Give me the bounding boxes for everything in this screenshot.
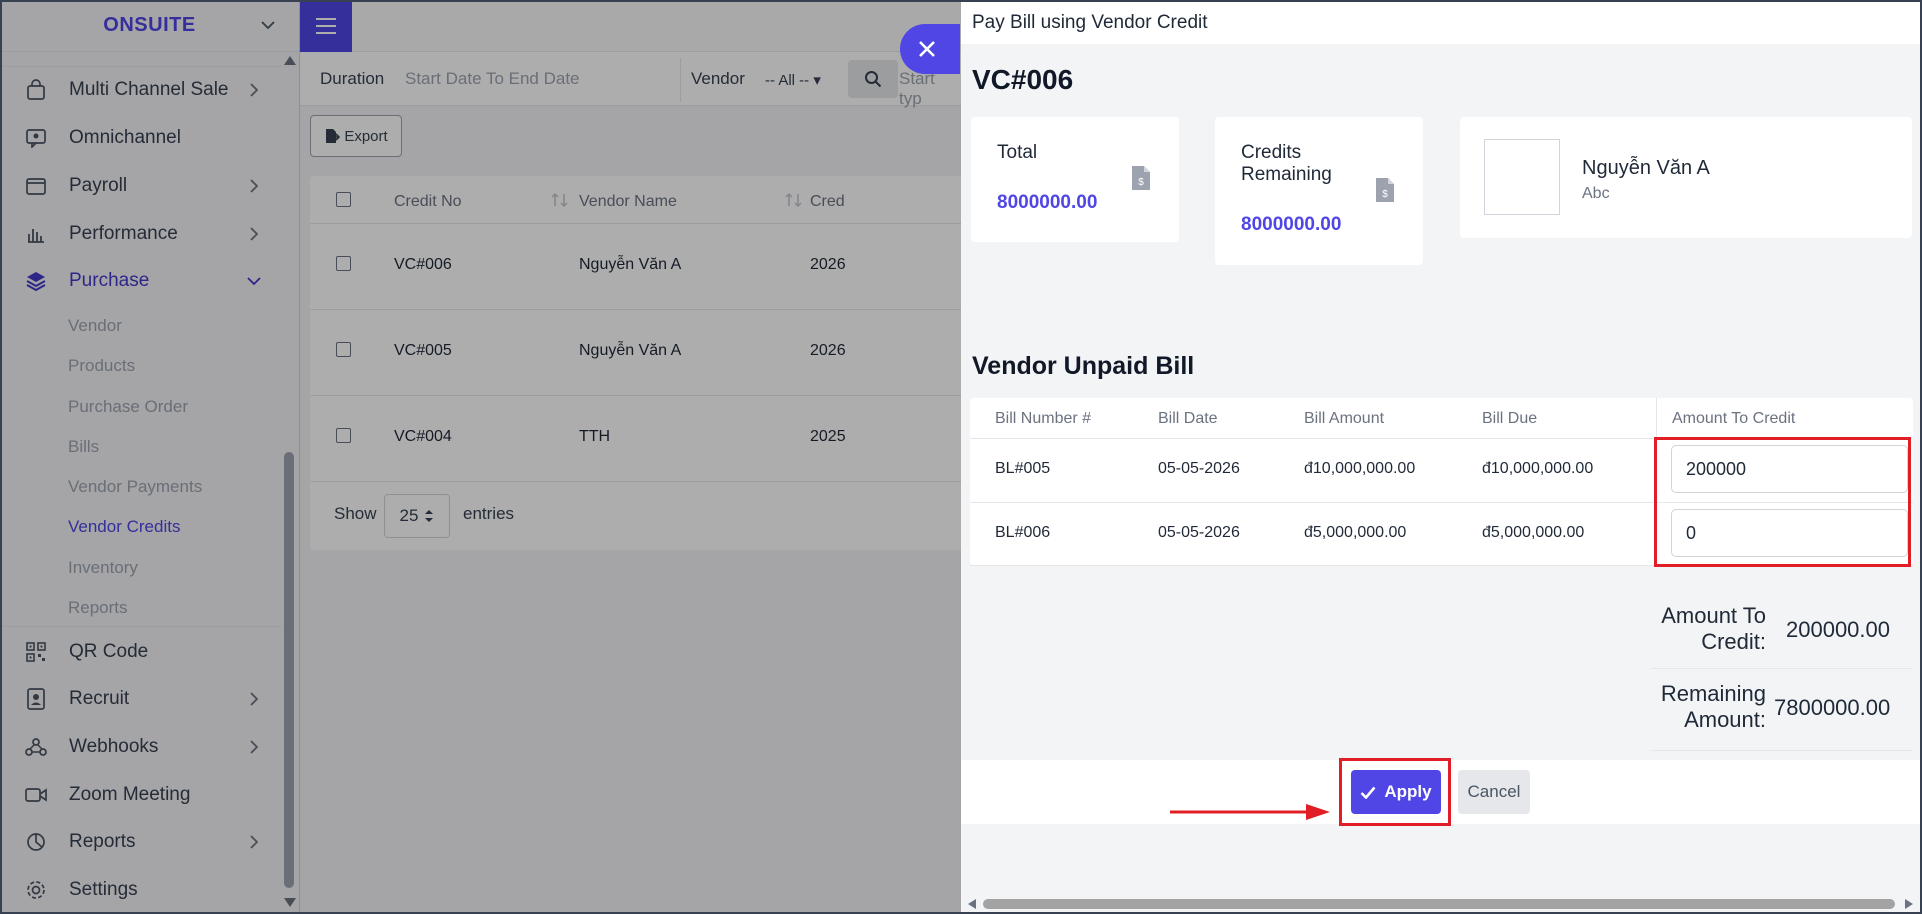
vendor-name: Nguyễn Văn A (1582, 157, 1710, 179)
bill-due: đ10,000,000.00 (1482, 460, 1594, 477)
svg-text:$: $ (1138, 177, 1144, 188)
bill-number: BL#005 (995, 460, 1051, 477)
total-label: Total (997, 142, 1038, 163)
horizontal-scroll-thumb[interactable] (983, 899, 1895, 909)
section-title: Vendor Unpaid Bill (972, 352, 1195, 380)
total-value: 8000000.00 (997, 192, 1098, 213)
drawer-title: Pay Bill using Vendor Credit (972, 12, 1208, 33)
column-header: Bill Date (1158, 410, 1218, 427)
amount-to-credit-label: Amount To Credit: (1661, 603, 1766, 654)
annotation-arrow-icon (1170, 804, 1330, 820)
horizontal-scrollbar[interactable] (961, 894, 1922, 914)
column-header: Amount To Credit (1672, 410, 1796, 427)
divider (1651, 668, 1913, 669)
bill-date: 05-05-2026 (1158, 460, 1240, 477)
amount-to-credit-total: 200000.00 (1786, 617, 1890, 642)
total-card: Total 8000000.00 $ (971, 117, 1179, 242)
drawer-header: Pay Bill using Vendor Credit (961, 0, 1922, 44)
credits-remaining-label: Credits Remaining (1241, 142, 1332, 185)
vendor-avatar (1484, 139, 1560, 215)
column-header: Bill Amount (1304, 410, 1385, 427)
cancel-button[interactable]: Cancel (1458, 770, 1530, 814)
scroll-right-icon[interactable] (1905, 899, 1913, 909)
remaining-amount-value: 7800000.00 (1774, 695, 1891, 720)
bill-due: đ5,000,000.00 (1482, 524, 1585, 541)
invoice-dollar-icon: $ (1132, 166, 1150, 190)
vendor-card: Nguyễn Văn A Abc (1460, 117, 1912, 238)
invoice-dollar-icon: $ (1376, 178, 1394, 202)
credit-number-title: VC#006 (972, 64, 1074, 95)
scroll-left-icon[interactable] (968, 899, 976, 909)
vendor-company: Abc (1582, 185, 1610, 202)
credits-remaining-value: 8000000.00 (1241, 214, 1342, 235)
modal-backdrop[interactable] (0, 0, 961, 914)
close-drawer-button[interactable] (900, 24, 960, 74)
highlight-box (1654, 437, 1911, 567)
svg-text:$: $ (1382, 189, 1388, 200)
bill-amount: đ10,000,000.00 (1304, 460, 1416, 477)
pay-bill-drawer: Pay Bill using Vendor Credit VC#006 Tota… (961, 0, 1922, 914)
divider (1651, 750, 1913, 751)
close-icon (919, 41, 935, 57)
highlight-box (1339, 758, 1451, 826)
remaining-amount-label: Remaining Amount: (1660, 681, 1766, 732)
column-header: Bill Number # (995, 410, 1092, 427)
drawer-footer: Apply Cancel (961, 758, 1922, 826)
credits-remaining-card: Credits Remaining 8000000.00 $ (1215, 117, 1423, 265)
column-header: Bill Due (1482, 410, 1538, 427)
bill-number: BL#006 (995, 524, 1051, 541)
bill-date: 05-05-2026 (1158, 524, 1240, 541)
bill-amount: đ5,000,000.00 (1304, 524, 1407, 541)
